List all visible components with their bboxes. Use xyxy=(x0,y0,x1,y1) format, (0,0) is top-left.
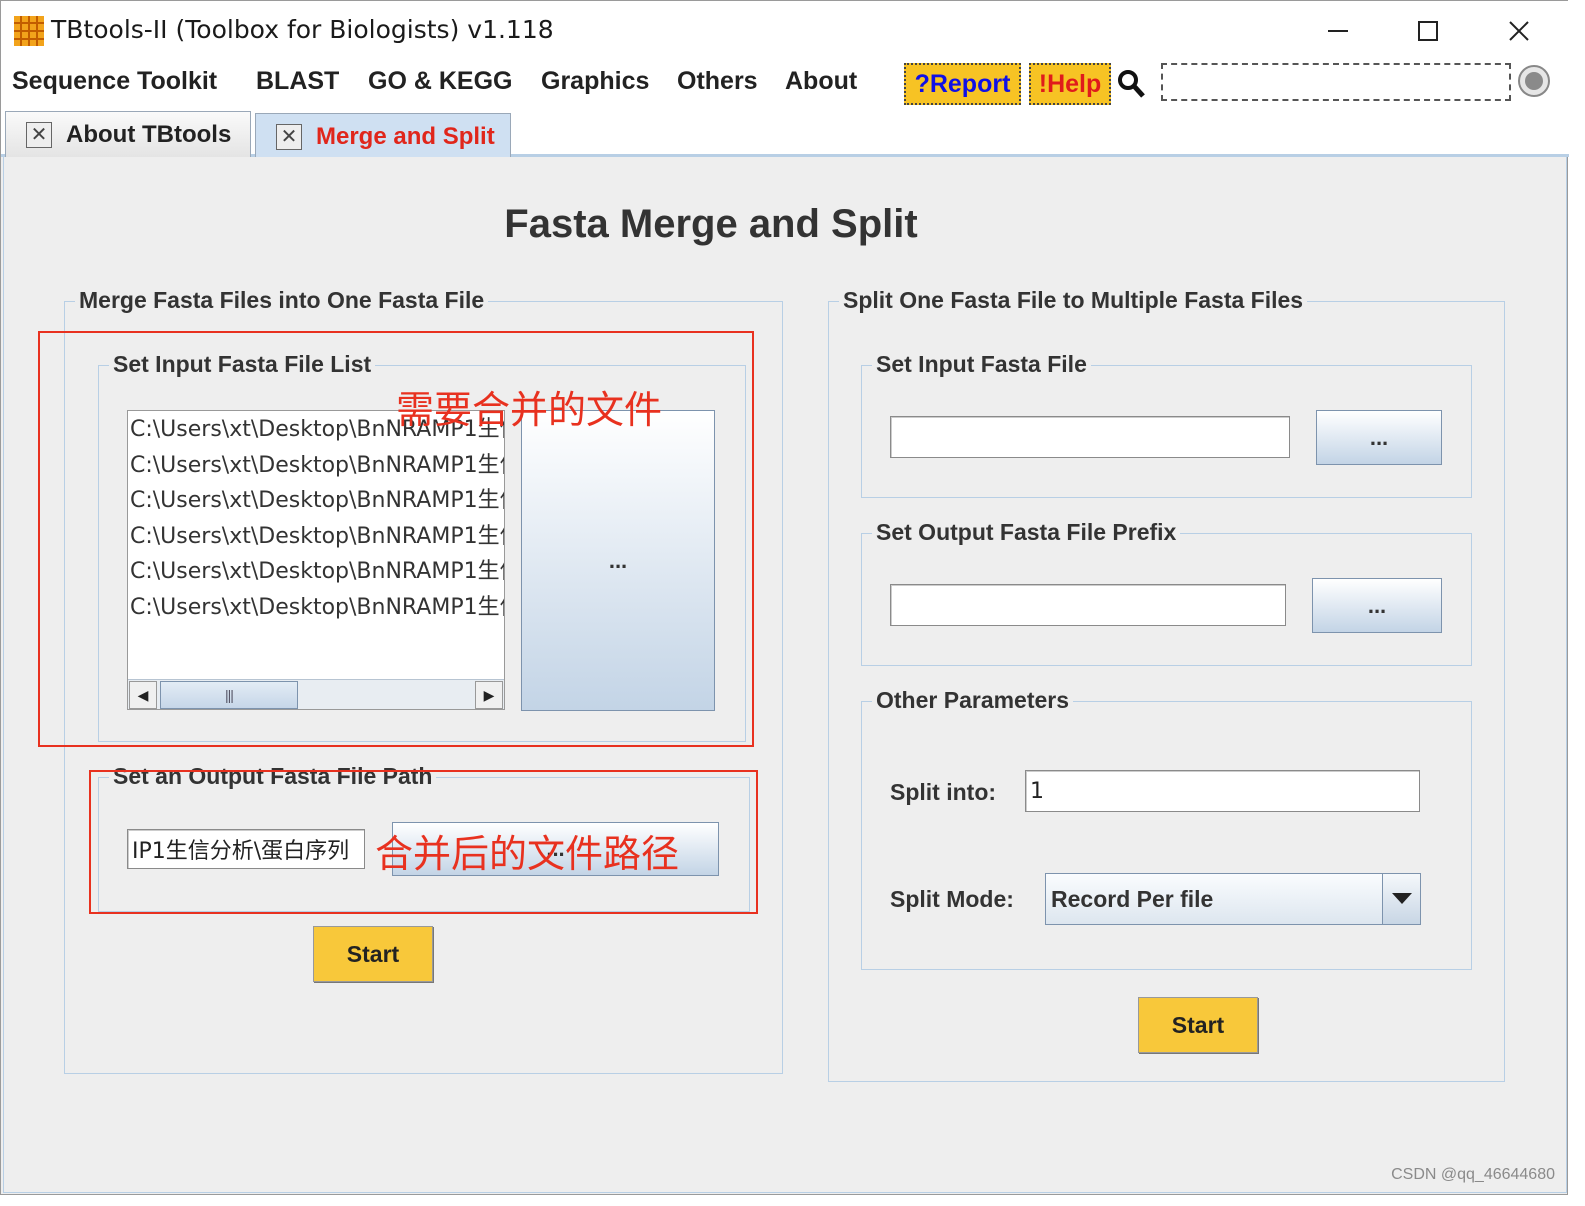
page-title: Fasta Merge and Split xyxy=(504,202,918,246)
menu-sequence-toolkit[interactable]: Sequence Toolkit xyxy=(12,67,217,96)
minimize-button[interactable] xyxy=(1306,9,1370,53)
split-input-field[interactable] xyxy=(890,416,1290,458)
maximize-icon xyxy=(1418,21,1438,41)
report-button[interactable]: ?Report xyxy=(904,63,1021,105)
split-into-label: Split into: xyxy=(890,779,997,805)
window-title: TBtools-II (Toolbox for Biologists) v1.1… xyxy=(51,15,554,44)
tab-label: About TBtools xyxy=(66,120,232,148)
menu-others[interactable]: Others xyxy=(677,67,758,96)
tab-strip: ✕ About TBtools ✕ Merge and Split xyxy=(1,109,1569,159)
browse-split-input-button[interactable]: ... xyxy=(1316,410,1442,465)
split-start-button[interactable]: Start xyxy=(1138,997,1258,1053)
title-bar: TBtools-II (Toolbox for Biologists) v1.1… xyxy=(1,1,1569,59)
help-button[interactable]: !Help xyxy=(1029,63,1111,105)
split-input-title: Set Input Fasta File xyxy=(872,351,1091,378)
tab-label: Merge and Split xyxy=(316,122,495,150)
menu-blast[interactable]: BLAST xyxy=(256,67,339,96)
chevron-down-icon[interactable] xyxy=(1382,874,1420,924)
tab-close-icon[interactable]: ✕ xyxy=(26,121,52,148)
watermark: CSDN @qq_46644680 xyxy=(1391,1166,1555,1183)
split-mode-value: Record Per file xyxy=(1051,886,1214,912)
tbtools-logo-icon xyxy=(14,16,44,46)
parameters-title: Other Parameters xyxy=(872,687,1074,714)
maximize-button[interactable] xyxy=(1396,9,1460,53)
menu-about[interactable]: About xyxy=(785,67,857,96)
annotation-output-note: 合并后的文件路径 xyxy=(375,832,680,876)
close-button[interactable] xyxy=(1487,9,1551,53)
split-group-title: Split One Fasta File to Multiple Fasta F… xyxy=(839,287,1308,314)
close-icon xyxy=(1509,21,1529,41)
merge-group-title: Merge Fasta Files into One Fasta File xyxy=(75,287,489,314)
menu-graphics[interactable]: Graphics xyxy=(541,67,649,96)
prefix-field[interactable] xyxy=(890,584,1286,626)
tab-merge-and-split[interactable]: ✕ Merge and Split xyxy=(255,113,511,159)
prefix-title: Set Output Fasta File Prefix xyxy=(872,519,1181,546)
search-input[interactable] xyxy=(1161,63,1511,101)
split-into-field[interactable]: 1 xyxy=(1025,770,1420,812)
parameters-group: Other Parameters xyxy=(861,687,1472,970)
app-window: TBtools-II (Toolbox for Biologists) v1.1… xyxy=(0,0,1569,1195)
search-icon[interactable] xyxy=(1117,69,1145,99)
status-radio-icon[interactable] xyxy=(1517,64,1551,98)
menu-go-kegg[interactable]: GO & KEGG xyxy=(368,67,512,96)
tab-close-icon[interactable]: ✕ xyxy=(276,123,302,150)
split-mode-select[interactable]: Record Per file xyxy=(1045,873,1421,925)
browse-prefix-button[interactable]: ... xyxy=(1312,578,1442,633)
minimize-icon xyxy=(1328,30,1348,32)
annotation-input-note: 需要合并的文件 xyxy=(396,388,663,432)
merge-start-button[interactable]: Start xyxy=(313,926,433,982)
tab-about-tbtools[interactable]: ✕ About TBtools xyxy=(5,111,251,157)
split-mode-label: Split Mode: xyxy=(890,886,1014,912)
